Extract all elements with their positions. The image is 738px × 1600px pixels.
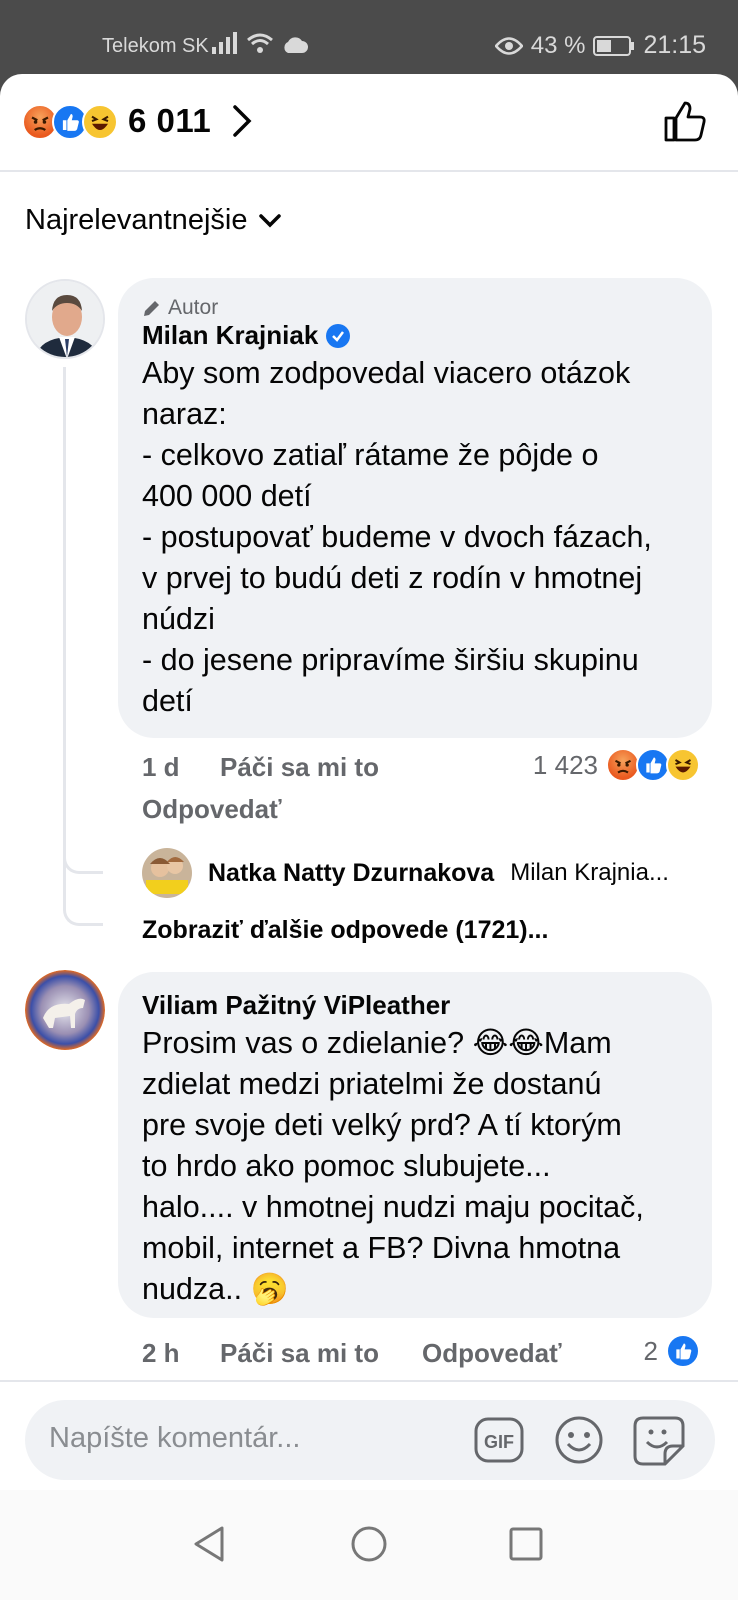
comment-bubble[interactable]: Autor Milan Krajniak Aby som zodpovedal …	[118, 278, 712, 738]
verified-badge-icon	[326, 323, 351, 348]
system-nav-bar	[0, 1490, 738, 1600]
commenter-name-text: Viliam Pažitný ViPleather	[142, 990, 451, 1020]
comment-bubble[interactable]: Viliam Pažitný ViPleather Prosim vas o z…	[118, 972, 712, 1318]
commenter-name[interactable]: Viliam Pažitný ViPleather	[142, 990, 688, 1021]
eye-icon	[494, 36, 523, 55]
horse-logo-icon	[25, 970, 105, 1050]
sticker-button[interactable]	[633, 1414, 685, 1466]
thread-branch	[63, 814, 103, 874]
comment-input[interactable]: Napíšte komentár... GIF	[25, 1400, 715, 1480]
like-emoji-icon	[636, 748, 670, 782]
more-replies-link[interactable]: Zobraziť ďalšie odpovede (1721)...	[142, 916, 548, 945]
avatar-natka	[142, 848, 192, 898]
signal-icon	[212, 32, 237, 54]
gif-button[interactable]: GIF	[473, 1414, 525, 1466]
avatar-viliam[interactable]	[25, 970, 105, 1050]
reply-preview[interactable]: Natka Natty Dzurnakova Milan Krajnia...	[142, 848, 669, 898]
comment-composer: Napíšte komentár... GIF	[0, 1380, 738, 1490]
reply-button[interactable]: Odpovedať	[422, 1338, 562, 1369]
comment-text: Prosim vas o zdielanie? 😂😂Mam zdielat me…	[142, 1026, 644, 1307]
emoji-button[interactable]	[553, 1414, 605, 1466]
comment-reactions[interactable]: 1 423	[533, 748, 700, 782]
like-button[interactable]: Páči sa mi to	[220, 1338, 379, 1369]
author-tag: Autor	[142, 296, 688, 320]
thread-branch	[63, 874, 103, 926]
reactions-header[interactable]: 6 011	[0, 74, 738, 172]
comment-time: 2 h	[142, 1338, 180, 1368]
smiley-icon	[555, 1416, 603, 1464]
battery-percent: 43 %	[530, 31, 586, 59]
avatar-milan[interactable]	[25, 279, 105, 359]
reply-author: Natka Natty Dzurnakova	[208, 858, 495, 887]
cloud-icon	[284, 37, 308, 53]
wifi-icon	[247, 33, 273, 53]
recents-icon[interactable]	[504, 1522, 548, 1566]
sort-dropdown[interactable]: Najrelevantnejšie	[25, 204, 282, 237]
home-icon[interactable]	[347, 1522, 391, 1566]
comment-reaction-count: 1 423	[532, 749, 598, 780]
status-bar: Telekom SK 43 % 21:15	[0, 0, 738, 74]
haha-emoji-icon	[666, 748, 700, 782]
like-button[interactable]: Páči sa mi to	[220, 752, 379, 783]
thumbs-up-icon[interactable]	[662, 98, 708, 144]
comment-time: 1 d	[142, 752, 180, 782]
comment-text: Aby som zodpovedal viacero otázok naraz:…	[142, 356, 652, 719]
reaction-icons	[22, 104, 118, 140]
chevron-right-icon[interactable]	[232, 104, 252, 138]
comments-sheet: 6 011 Najrelevantnejšie Autor Milan Kraj…	[0, 74, 738, 1600]
commenter-name[interactable]: Milan Krajniak	[142, 320, 688, 351]
sort-label: Najrelevantnejšie	[25, 204, 248, 236]
reply-button[interactable]: Odpovedať	[142, 794, 282, 825]
author-tag-label: Autor	[168, 296, 219, 319]
pencil-icon	[144, 301, 159, 316]
clock: 21:15	[643, 31, 706, 59]
sticker-icon	[633, 1416, 685, 1466]
back-icon[interactable]	[188, 1522, 232, 1566]
comment-input-placeholder: Napíšte komentár...	[49, 1422, 301, 1454]
reaction-total: 6 011	[128, 102, 212, 139]
like-emoji-icon	[666, 1334, 700, 1368]
comment-reactions[interactable]: 2	[644, 1334, 700, 1368]
comment-reaction-count: 2	[643, 1335, 658, 1366]
angry-emoji-icon	[606, 748, 640, 782]
chevron-down-icon	[259, 213, 282, 227]
reply-text: Milan Krajnia...	[510, 859, 669, 886]
commenter-name-text: Milan Krajniak	[142, 320, 319, 350]
thread-line	[63, 367, 66, 877]
person-photo-icon	[27, 281, 103, 357]
haha-emoji-icon	[82, 104, 118, 140]
carrier-label: Telekom SK	[102, 35, 209, 57]
battery-icon	[593, 35, 635, 56]
gif-label: GIF	[484, 1432, 514, 1452]
